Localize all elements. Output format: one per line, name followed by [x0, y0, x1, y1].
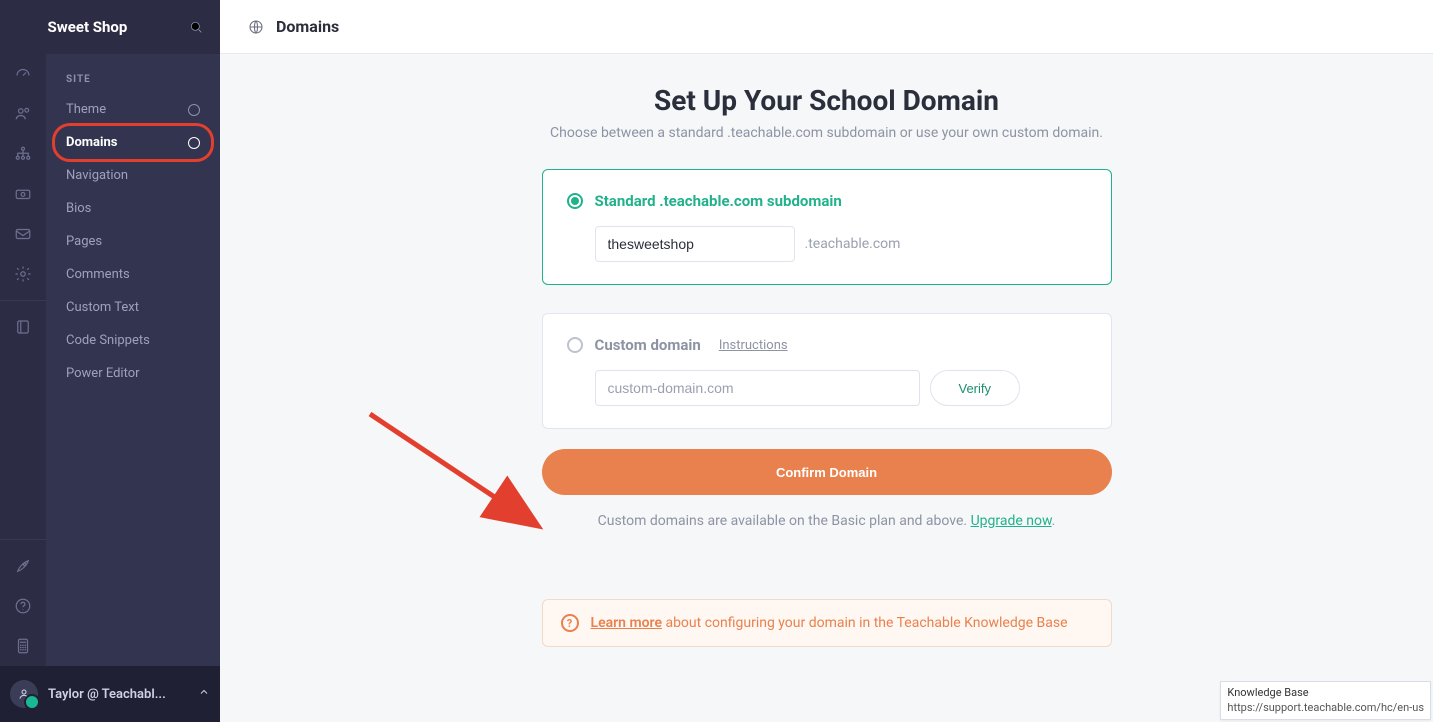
sidebar: The Sweet Shop SITE ThemeDomainsNavigati… — [46, 0, 220, 722]
avatar — [10, 680, 38, 708]
confirm-domain-button[interactable]: Confirm Domain — [542, 449, 1112, 495]
custom-card-title: Custom domain — [595, 336, 701, 354]
page-title: Set Up Your School Domain — [654, 84, 999, 117]
user-name: Taylor @ Teachabl... — [48, 687, 188, 702]
book-icon — [14, 318, 32, 336]
rail-users[interactable] — [0, 94, 46, 134]
sidebar-item-label: Code Snippets — [66, 333, 150, 348]
sidebar-item-label: Power Editor — [66, 366, 140, 381]
sidebar-item-label: Navigation — [66, 168, 128, 183]
learn-more-link[interactable]: Learn more — [591, 615, 662, 631]
help-icon — [14, 597, 32, 615]
learn-more-banner: ? Learn more about configuring your doma… — [542, 599, 1112, 647]
rail-site[interactable] — [0, 134, 46, 174]
rail-courses[interactable] — [0, 307, 46, 347]
rail-help[interactable] — [0, 586, 46, 626]
main: Domains Set Up Your School Domain Choose… — [220, 0, 1433, 722]
sidebar-item-label: Custom Text — [66, 300, 139, 315]
sidebar-item-pages[interactable]: Pages — [46, 225, 220, 258]
annotation-arrow — [360, 404, 560, 564]
sidebar-item-domains[interactable]: Domains — [46, 126, 220, 159]
standard-subdomain-card[interactable]: Standard .teachable.com subdomain .teach… — [542, 169, 1112, 285]
sidebar-item-label: Bios — [66, 201, 91, 216]
sidebar-item-code-snippets[interactable]: Code Snippets — [46, 324, 220, 357]
icon-rail: Taylor @ Teachabl... — [0, 0, 46, 722]
users-icon — [14, 105, 32, 123]
custom-domain-input[interactable] — [595, 370, 920, 406]
sidebar-item-power-editor[interactable]: Power Editor — [46, 357, 220, 390]
chevron-up-icon — [198, 686, 210, 702]
user-menu[interactable]: Taylor @ Teachabl... — [0, 666, 220, 722]
sidebar-item-label: Comments — [66, 267, 130, 282]
rail-rocket[interactable] — [0, 546, 46, 586]
plan-note: Custom domains are available on the Basi… — [598, 513, 1056, 529]
money-icon — [14, 185, 32, 203]
sidebar-item-bios[interactable]: Bios — [46, 192, 220, 225]
verify-button[interactable]: Verify — [930, 370, 1021, 406]
gear-icon — [14, 265, 32, 283]
sidebar-item-label: Theme — [66, 102, 106, 117]
progress-ring-icon — [188, 137, 200, 149]
custom-domain-card[interactable]: Custom domain Instructions Verify — [542, 313, 1112, 429]
status-tooltip: Knowledge Base https://support.teachable… — [1220, 681, 1431, 720]
content: Set Up Your School Domain Choose between… — [220, 54, 1433, 687]
speedometer-icon — [14, 65, 32, 83]
standard-card-title: Standard .teachable.com subdomain — [595, 192, 842, 210]
subdomain-input[interactable] — [595, 226, 795, 262]
rail-settings[interactable] — [0, 254, 46, 294]
rail-emails[interactable] — [0, 214, 46, 254]
radio-custom[interactable] — [567, 337, 583, 353]
progress-ring-icon — [188, 104, 200, 116]
sidebar-section-title: SITE — [46, 54, 220, 93]
instructions-link[interactable]: Instructions — [719, 338, 788, 353]
rail-sales[interactable] — [0, 174, 46, 214]
subdomain-suffix: .teachable.com — [805, 236, 901, 252]
topbar-title: Domains — [276, 17, 339, 36]
topbar: Domains — [220, 0, 1433, 54]
rocket-icon — [14, 557, 32, 575]
radio-standard[interactable] — [567, 193, 583, 209]
rail-calculator[interactable] — [0, 626, 46, 666]
sidebar-item-label: Pages — [66, 234, 102, 249]
globe-icon — [248, 19, 264, 35]
sitemap-icon — [14, 145, 32, 163]
sidebar-item-label: Domains — [66, 135, 117, 150]
search-icon[interactable] — [188, 19, 204, 35]
calculator-icon — [14, 637, 32, 655]
upgrade-link[interactable]: Upgrade now — [971, 513, 1052, 529]
question-icon: ? — [561, 614, 579, 632]
sidebar-item-custom-text[interactable]: Custom Text — [46, 291, 220, 324]
sidebar-item-navigation[interactable]: Navigation — [46, 159, 220, 192]
mail-icon — [14, 225, 32, 243]
sidebar-item-theme[interactable]: Theme — [46, 93, 220, 126]
sidebar-item-comments[interactable]: Comments — [46, 258, 220, 291]
page-subtitle: Choose between a standard .teachable.com… — [550, 125, 1103, 141]
rail-dashboard[interactable] — [0, 54, 46, 94]
